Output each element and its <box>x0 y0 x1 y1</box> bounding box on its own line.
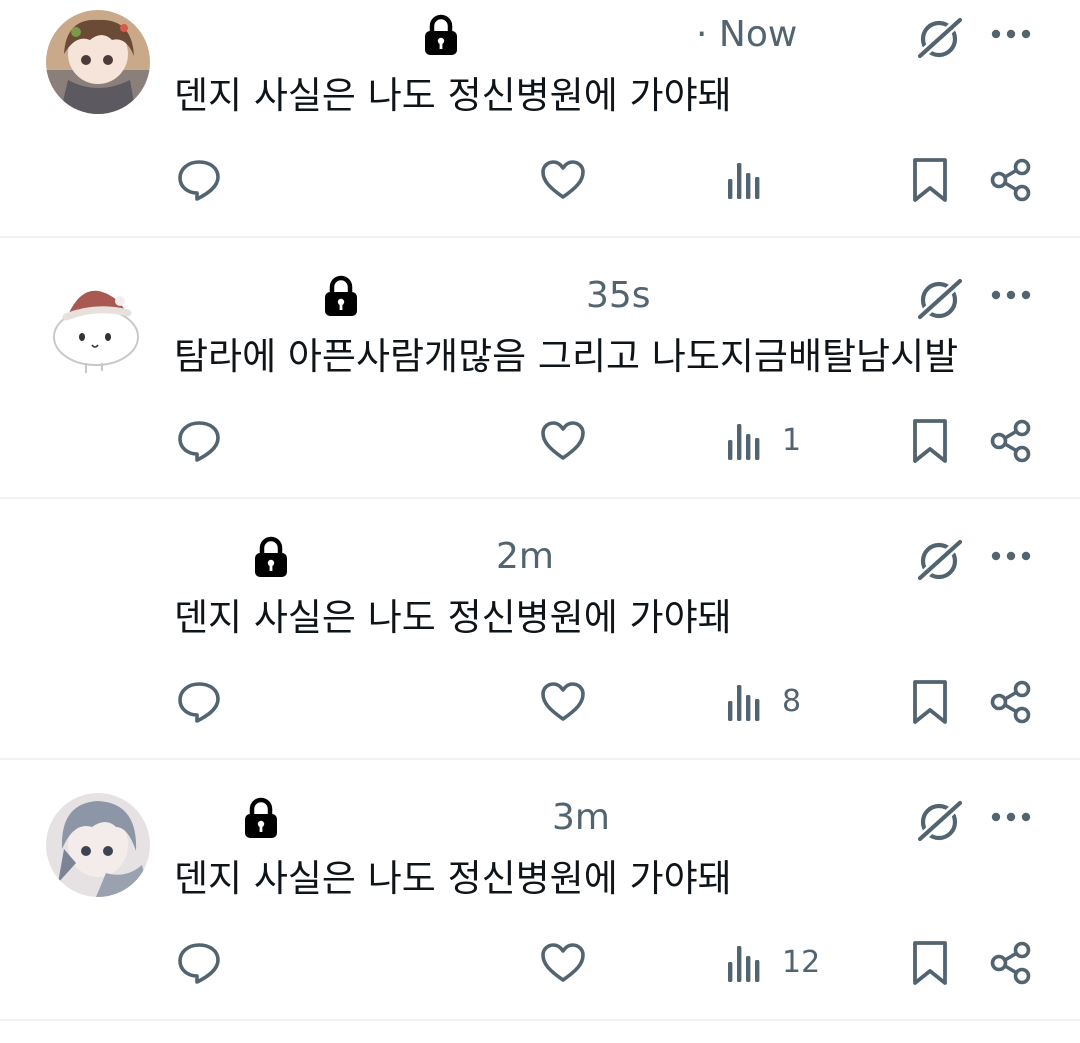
view-count: 1 <box>782 423 802 458</box>
bookmark-icon <box>913 419 947 463</box>
more-icon[interactable] <box>990 550 1032 562</box>
divider <box>0 1019 1080 1021</box>
reply-icon <box>178 682 220 723</box>
views-button[interactable]: 12 <box>726 939 820 987</box>
tweet-2[interactable]: 35s 탐라에 아픈사람개많음 그리고 나도지금배탈남시발 1 <box>0 261 1080 521</box>
tweet-1[interactable]: · Now 덴지 사실은 나도 정신병원에 가야돼 <box>0 0 1080 260</box>
divider <box>0 758 1080 760</box>
lock-icon <box>255 536 287 577</box>
timeline-feed: · Now 덴지 사실은 나도 정신병원에 가야돼 35s 탐라에 아픈사람개많… <box>0 0 1080 1022</box>
lock-icon <box>325 275 357 316</box>
heart-icon <box>541 682 585 721</box>
heart-icon <box>541 160 585 199</box>
view-count: 12 <box>782 945 821 980</box>
timestamp: 35s <box>586 275 651 316</box>
views-icon <box>728 424 760 460</box>
bookmark-button[interactable] <box>910 678 950 726</box>
bookmark-button[interactable] <box>910 417 950 465</box>
avatar[interactable] <box>46 271 150 375</box>
divider <box>0 497 1080 499</box>
grok-icon[interactable] <box>914 14 966 62</box>
share-button[interactable] <box>988 939 1034 987</box>
views-button[interactable]: 8 <box>726 678 801 726</box>
grok-icon[interactable] <box>914 536 966 584</box>
like-button[interactable] <box>540 417 586 465</box>
views-icon <box>728 685 760 721</box>
bookmark-icon <box>913 158 947 202</box>
reply-button[interactable] <box>176 417 222 465</box>
bookmark-button[interactable] <box>910 156 950 204</box>
share-button[interactable] <box>988 678 1034 726</box>
grok-icon[interactable] <box>914 275 966 323</box>
bookmark-icon <box>913 680 947 724</box>
tweet-text: 덴지 사실은 나도 정신병원에 가야돼 <box>174 596 732 639</box>
share-icon <box>990 158 1031 202</box>
share-icon <box>990 419 1031 463</box>
grok-icon[interactable] <box>914 797 966 845</box>
view-count: 8 <box>782 684 802 719</box>
more-icon[interactable] <box>990 289 1032 301</box>
tweet-text: 덴지 사실은 나도 정신병원에 가야돼 <box>174 857 732 900</box>
like-button[interactable] <box>540 156 586 204</box>
like-button[interactable] <box>540 939 586 987</box>
like-button[interactable] <box>540 678 586 726</box>
heart-icon <box>541 943 585 982</box>
bookmark-icon <box>913 941 947 985</box>
heart-icon <box>541 421 585 460</box>
tweet-text: 탐라에 아픈사람개많음 그리고 나도지금배탈남시발 <box>174 335 959 378</box>
timestamp: 3m <box>552 797 610 838</box>
reply-button[interactable] <box>176 678 222 726</box>
tweet-4[interactable]: 3m 덴지 사실은 나도 정신병원에 가야돼 12 <box>0 783 1080 1043</box>
views-button[interactable] <box>726 156 782 204</box>
reply-icon <box>178 421 220 462</box>
avatar[interactable] <box>46 10 150 114</box>
reply-button[interactable] <box>176 939 222 987</box>
divider <box>0 236 1080 238</box>
reply-icon <box>178 160 220 201</box>
views-button[interactable]: 1 <box>726 417 801 465</box>
share-icon <box>990 941 1031 985</box>
lock-icon <box>425 14 457 55</box>
views-icon <box>728 163 760 199</box>
bookmark-button[interactable] <box>910 939 950 987</box>
reply-icon <box>178 943 220 984</box>
share-button[interactable] <box>988 156 1034 204</box>
timestamp: · Now <box>696 14 798 55</box>
avatar[interactable] <box>46 793 150 897</box>
tweet-text: 덴지 사실은 나도 정신병원에 가야돼 <box>174 74 732 117</box>
more-icon[interactable] <box>990 28 1032 40</box>
share-icon <box>990 680 1031 724</box>
views-icon <box>728 946 760 982</box>
timestamp: 2m <box>496 536 554 577</box>
reply-button[interactable] <box>176 156 222 204</box>
more-icon[interactable] <box>990 811 1032 823</box>
lock-icon <box>245 797 277 838</box>
share-button[interactable] <box>988 417 1034 465</box>
tweet-3[interactable]: 2m 덴지 사실은 나도 정신병원에 가야돼 8 <box>0 522 1080 782</box>
